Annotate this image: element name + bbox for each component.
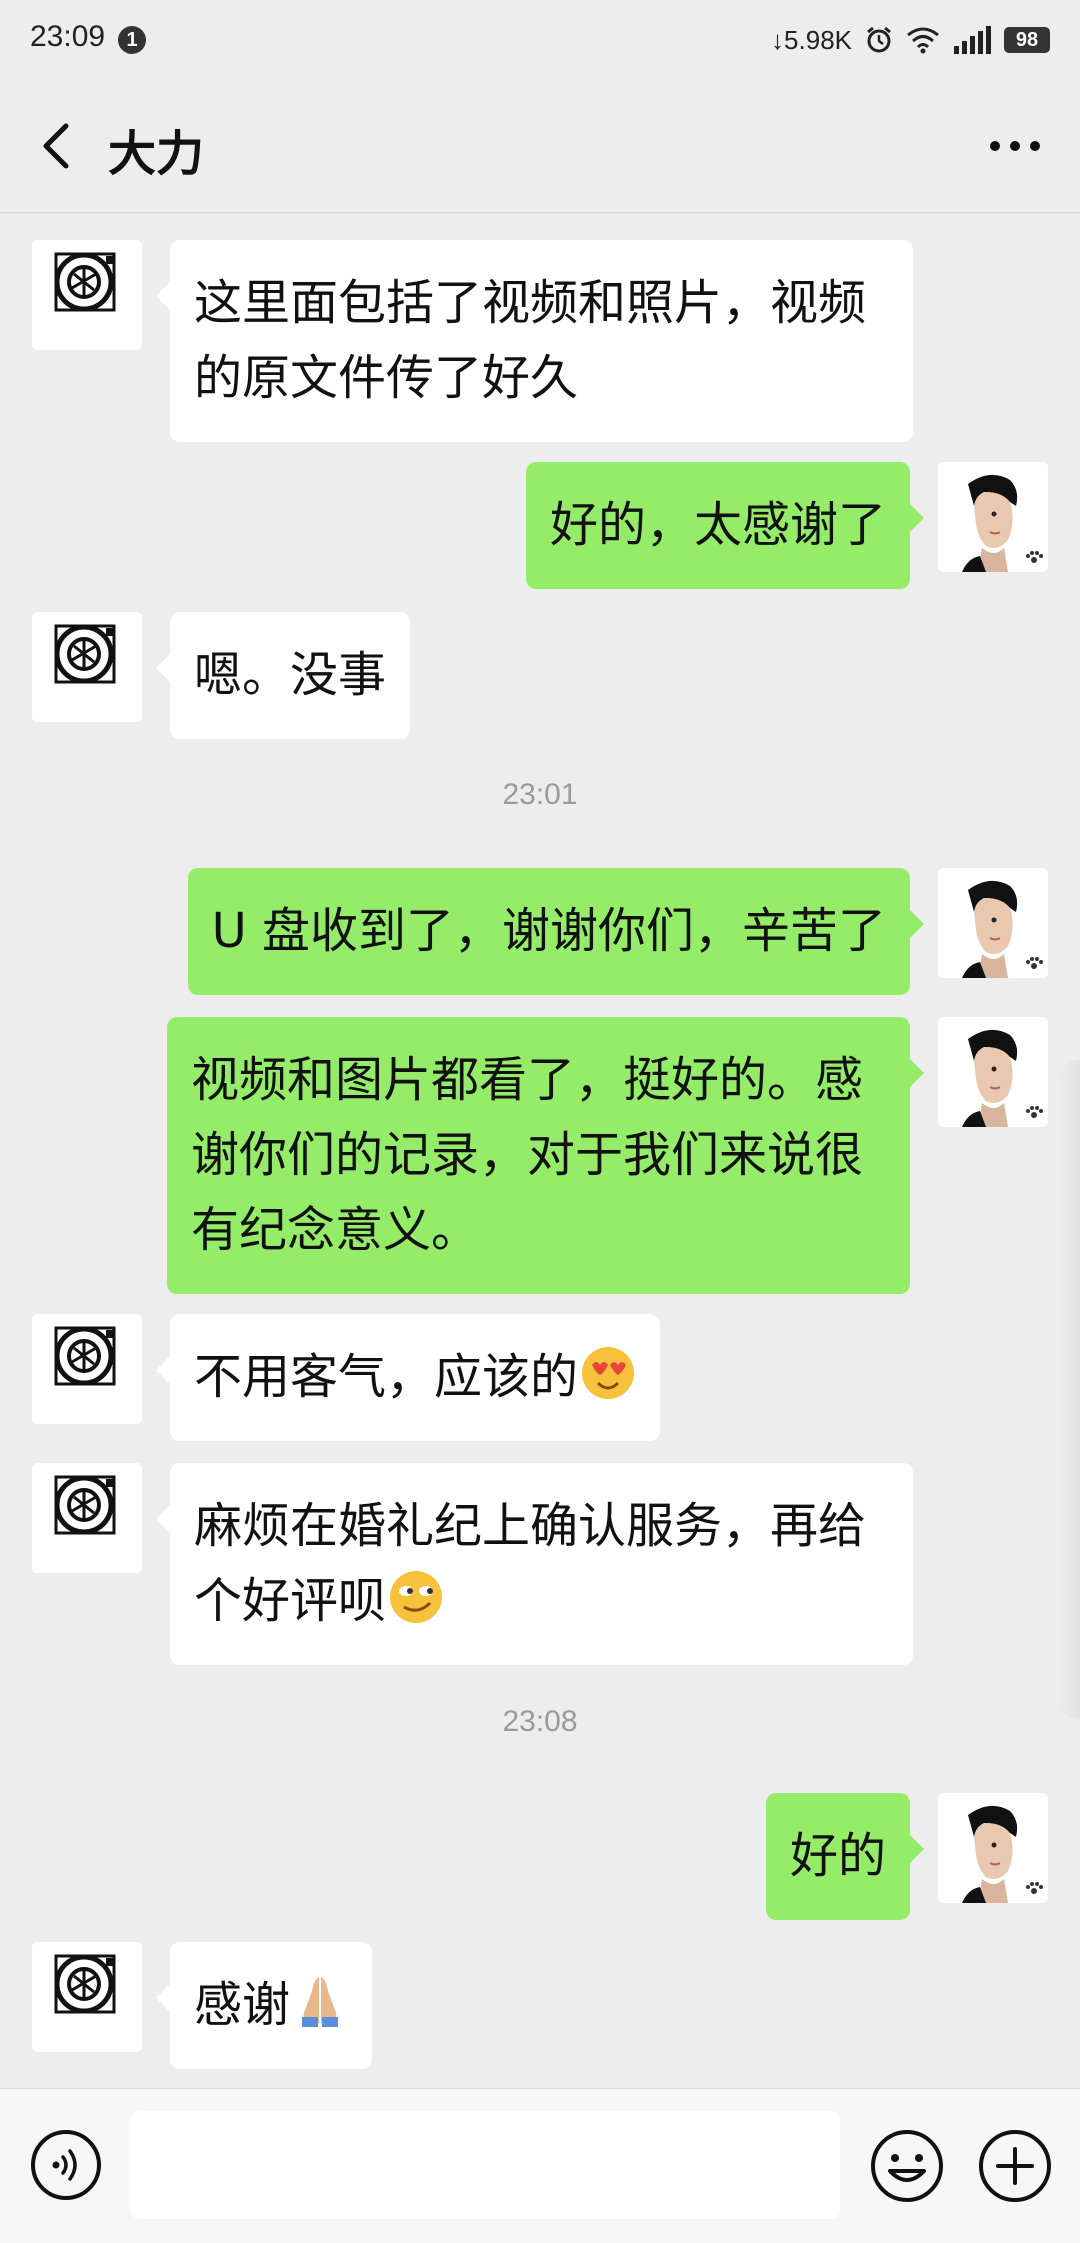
status-time: 23:09	[30, 20, 106, 53]
self-avatar[interactable]	[938, 1017, 1048, 1127]
message-bubble[interactable]: 嗯。没事	[155, 612, 411, 739]
message-input[interactable]	[130, 2111, 840, 2219]
message-bubble[interactable]: 好的，太感谢了	[525, 462, 925, 589]
message-bubble[interactable]: 视频和图片都看了，挺好的。感谢你们的记录，对于我们来说很有纪念意义。	[167, 1017, 924, 1294]
smirk-emoji	[390, 1571, 443, 1623]
message-text: 不用客气，应该的	[194, 1349, 579, 1405]
message-text: 麻烦在婚礼纪上确认服务，再给个好评呗	[194, 1498, 867, 1629]
self-avatar[interactable]	[938, 462, 1048, 572]
signal-icon	[954, 26, 991, 54]
input-bar	[0, 2088, 1080, 2243]
message-bubble[interactable]: 感谢	[155, 1942, 373, 2069]
folded-hands-emoji	[302, 1977, 339, 2027]
message-bubble[interactable]: 麻烦在婚礼纪上确认服务，再给个好评呗	[156, 1463, 913, 1665]
more-dots-icon[interactable]	[980, 116, 1050, 176]
message-bubble[interactable]: 这里面包括了视频和照片，视频的原文件传了好久	[156, 240, 913, 442]
scroll-edge	[1058, 1060, 1080, 1720]
chat-area[interactable]: 这里面包括了视频和照片，视频的原文件传了好久 好的，太感谢了 嗯。没事 23:0…	[0, 213, 1080, 2087]
message-bubble[interactable]: U 盘收到了，谢谢你们，辛苦了	[187, 868, 925, 995]
plus-icon[interactable]	[978, 2129, 1052, 2203]
contact-avatar[interactable]	[32, 1942, 142, 2052]
contact-avatar[interactable]	[32, 1463, 142, 1573]
heart-eyes-emoji	[582, 1347, 635, 1399]
emoji-icon[interactable]	[870, 2129, 944, 2203]
status-icons: ↓5.98K 98	[771, 18, 1050, 62]
chevron-left-icon[interactable]	[28, 116, 88, 176]
net-speed: ↓5.98K	[771, 24, 852, 55]
voice-icon[interactable]	[30, 2129, 102, 2201]
contact-avatar[interactable]	[32, 612, 142, 722]
timestamp: 23:01	[502, 778, 578, 811]
timestamp: 23:08	[502, 1705, 578, 1738]
self-avatar[interactable]	[938, 868, 1048, 978]
self-avatar[interactable]	[938, 1793, 1048, 1903]
contact-avatar[interactable]	[32, 240, 142, 350]
chat-title: 大力	[108, 126, 205, 182]
message-text: 感谢	[194, 1977, 291, 2033]
battery-indicator: 98	[1004, 27, 1050, 53]
message-bubble[interactable]: 好的	[765, 1793, 925, 1920]
message-bubble[interactable]: 不用客气，应该的	[155, 1314, 661, 1441]
alarm-icon	[867, 26, 891, 53]
chat-header: 大力	[0, 80, 1080, 213]
notification-badge: 1	[118, 26, 146, 54]
status-bar: 23:09 1 ↓5.98K 98	[0, 0, 1080, 80]
wifi-icon	[907, 27, 939, 54]
contact-avatar[interactable]	[32, 1314, 142, 1424]
